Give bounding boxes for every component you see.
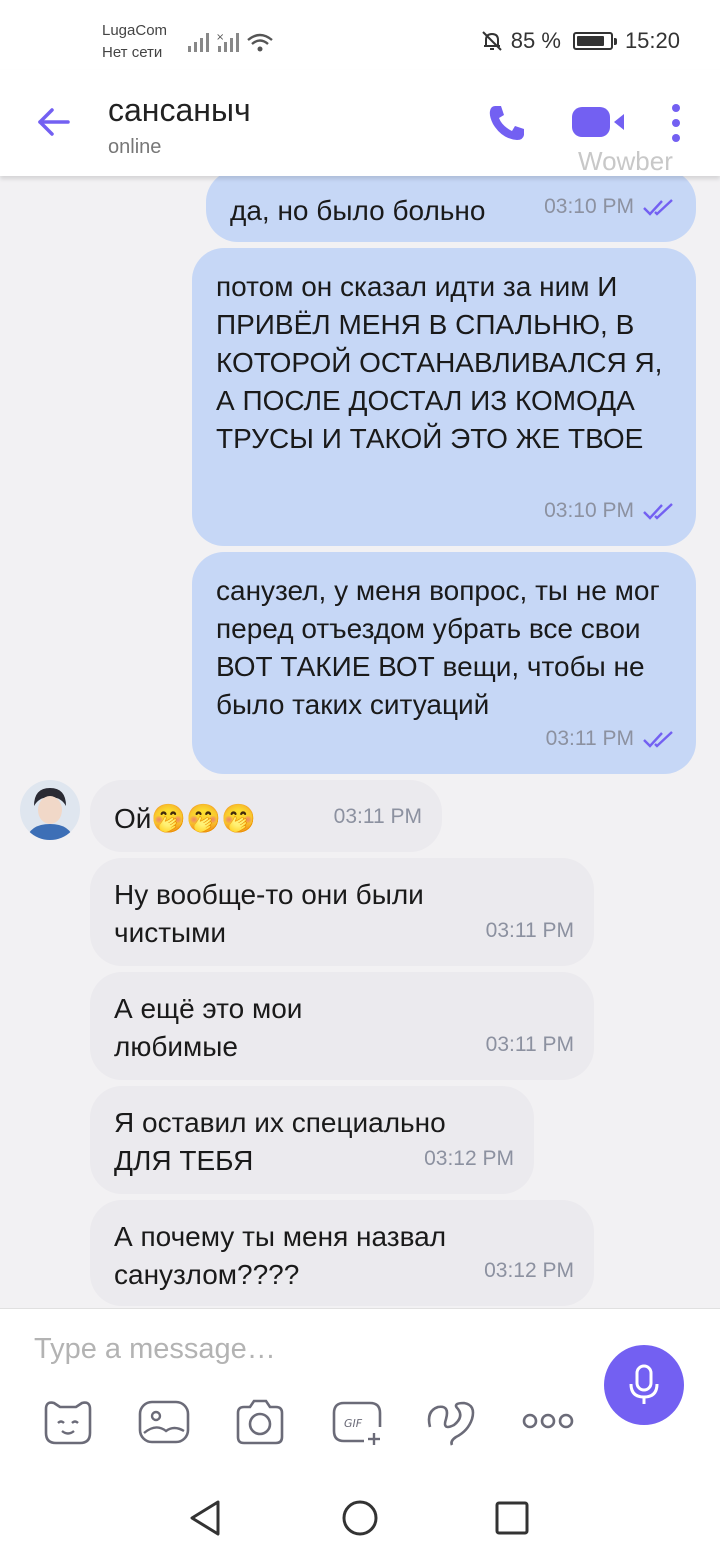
message-text: Ой🤭🤭🤭 [114,803,257,834]
message-time: 03:11 PM [485,919,574,942]
message-incoming[interactable]: А ещё это мои любимые 03:11 PM [90,972,594,1080]
nav-home-icon[interactable] [340,1498,380,1538]
mute-bell-icon [482,31,502,51]
video-call-icon[interactable] [570,104,628,140]
message-meta: 03:11 PM [486,912,574,950]
signal-wifi-icon: × [188,32,273,52]
message-incoming[interactable]: Ну вообще-то они были чистыми 03:11 PM [90,858,594,966]
message-meta: 03:12 PM [424,1140,514,1178]
more-options-icon[interactable] [520,1397,576,1447]
message-input[interactable] [34,1327,574,1371]
message-text: да, но было больно [230,195,486,226]
double-check-icon [643,199,673,216]
svg-text:GIF: GIF [344,1417,363,1430]
nav-back-icon[interactable] [186,1498,226,1538]
message-meta: 03:11 PM [486,1026,574,1064]
gallery-icon[interactable] [136,1397,192,1447]
contact-name[interactable]: сансаныч [108,92,251,129]
doodle-icon[interactable] [424,1397,480,1447]
chat-header: сансаныч online Wowber [0,70,720,176]
message-time: 03:11 PM [545,727,634,750]
battery-icon [572,32,617,50]
back-arrow-icon[interactable] [34,102,74,142]
microphone-icon [629,1364,659,1404]
carrier-name: LugaCom [102,22,168,39]
message-meta: 03:10 PM [544,188,676,226]
message-text: А почему ты меня назвал санузлом???? [114,1221,447,1290]
message-time: 03:10 PM [544,195,634,218]
voice-message-button[interactable] [604,1345,684,1425]
contact-status: online [108,136,162,158]
message-meta: 03:11 PM [546,720,676,758]
message-incoming[interactable]: Я оставил их специально ДЛЯ ТЕБЯ 03:12 P… [90,1086,534,1194]
message-time: 03:10 PM [544,499,634,522]
message-time: 03:11 PM [485,1033,574,1056]
svg-text:×: × [216,32,224,43]
battery-fill [576,36,604,46]
camera-icon[interactable] [232,1397,288,1447]
message-text: Я оставил их специально ДЛЯ ТЕБЯ [114,1107,446,1176]
sticker-icon[interactable] [40,1397,96,1447]
battery-percent: 85 % [510,28,561,53]
contact-avatar[interactable] [20,780,80,840]
message-time: 03:12 PM [424,1147,514,1170]
message-incoming[interactable]: Ой🤭🤭🤭 03:11 PM [90,780,442,852]
phone-call-icon[interactable] [486,102,528,144]
double-check-icon [643,731,673,748]
carrier-info: LugaCom Нет сети [102,20,167,64]
message-text: А ещё это мои любимые [114,993,303,1062]
message-text: Ну вообще-то они были чистыми [114,879,424,948]
carrier-status: Нет сети [102,44,163,61]
more-menu-icon[interactable] [666,102,686,144]
message-outgoing[interactable]: санузел, у меня вопрос, ты не мог перед … [192,552,696,774]
system-navigation-bar [0,1480,720,1560]
double-check-icon [643,503,673,520]
watermark-text: Wowber [578,146,673,176]
message-incoming[interactable]: А почему ты меня назвал санузлом???? 03:… [90,1200,594,1306]
status-right: 85 % 15:20 [481,28,680,54]
message-time: 03:11 PM [333,805,422,828]
message-time: 03:12 PM [484,1259,574,1282]
message-meta: 03:10 PM [544,492,676,530]
message-outgoing[interactable]: да, но было больно 03:10 PM [206,170,696,242]
message-text: потом он сказал идти за ним И ПРИВЁЛ МЕН… [216,271,663,454]
message-text: санузел, у меня вопрос, ты не мог перед … [216,575,660,720]
message-composer: GIF [0,1308,720,1480]
clock: 15:20 [624,28,680,53]
gif-icon[interactable]: GIF [330,1397,386,1447]
message-meta: 03:12 PM [484,1252,574,1290]
nav-recents-icon[interactable] [492,1498,532,1538]
message-outgoing[interactable]: потом он сказал идти за ним И ПРИВЁЛ МЕН… [192,248,696,546]
status-bar: LugaCom Нет сети × 85 % 15:20 [0,0,720,70]
message-meta: 03:11 PM [334,798,422,836]
